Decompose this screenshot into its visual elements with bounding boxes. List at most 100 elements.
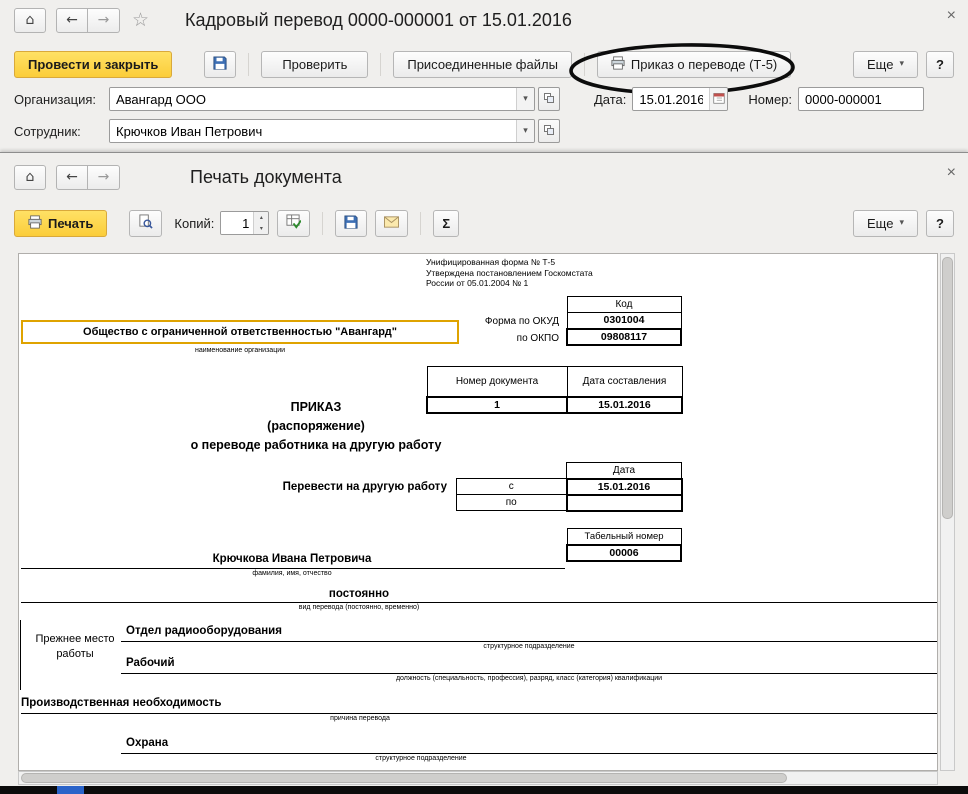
favorite-star-icon[interactable]: ☆	[132, 9, 149, 31]
position-hint: должность (специальность, профессия), ра…	[121, 675, 937, 682]
date-input[interactable]	[633, 88, 709, 110]
window2-close-button[interactable]: ×	[947, 165, 956, 181]
code-table: Код 0301004 09808117	[566, 296, 682, 346]
from-value-cell: 15.01.2016	[567, 479, 682, 495]
number-input[interactable]	[798, 87, 924, 111]
t5-form-page: Унифицированная форма № Т-5 Утверждена п…	[19, 254, 937, 770]
save-button[interactable]	[335, 210, 367, 237]
reason-hint: причина перевода	[21, 715, 699, 722]
previous-position: Рабочий	[126, 657, 175, 669]
org-name-hint: наименование организации	[21, 347, 459, 354]
envelope-icon	[384, 216, 399, 231]
okpo-value-cell: 09808117	[567, 329, 681, 345]
sum-button[interactable]: Σ	[433, 210, 459, 237]
print-preview-button[interactable]	[129, 210, 162, 237]
order-title-line3: о переводе работника на другую работу	[151, 436, 481, 455]
new-department-hint: структурное подразделение	[121, 755, 721, 762]
horizontal-scrollbar[interactable]	[18, 771, 938, 785]
from-label-cell: с	[457, 479, 567, 495]
toolbar-separator	[420, 212, 421, 235]
save-button[interactable]	[204, 51, 236, 78]
code-header-cell: Код	[567, 297, 681, 313]
check-button[interactable]: Проверить	[261, 51, 368, 78]
employee-row: Сотрудник: ▾	[14, 118, 954, 144]
print-document-window: ⌂ ← → Печать документа × Печать Копий:	[0, 152, 968, 786]
more-button[interactable]: Еще ▾	[853, 210, 918, 237]
form-left-border	[20, 620, 21, 690]
employee-open-button[interactable]	[538, 119, 560, 143]
vertical-scrollbar[interactable]	[940, 253, 955, 771]
toolbar-separator	[584, 53, 585, 76]
taskbar-strip	[0, 786, 968, 794]
history-nav: ← →	[56, 165, 120, 190]
send-email-button[interactable]	[375, 210, 408, 237]
to-value-cell	[567, 495, 682, 511]
organization-input[interactable]	[110, 88, 516, 110]
window1-toolbar: Провести и закрыть Проверить Присоединен…	[0, 48, 968, 80]
history-nav: ← →	[56, 8, 120, 33]
order-title-line2: (распоряжение)	[151, 417, 481, 436]
print-preview-area[interactable]: Унифицированная форма № Т-5 Утверждена п…	[18, 253, 938, 771]
employee-combo: ▾	[109, 119, 535, 143]
employee-input[interactable]	[110, 120, 516, 142]
back-button[interactable]: ←	[56, 8, 88, 33]
window1-fields: Организация: ▾ Дата: Номер:	[0, 86, 968, 150]
organization-dropdown-icon[interactable]: ▾	[516, 88, 534, 110]
date-col-header-cell: Дата	[567, 463, 682, 479]
form-ref-line: России от 05.01.2004 № 1	[426, 278, 593, 289]
copies-input[interactable]	[221, 212, 253, 234]
window1-title: Кадровый перевод 0000-000001 от 15.01.20…	[185, 10, 572, 31]
more-button[interactable]: Еще ▾	[853, 51, 918, 78]
underline	[121, 641, 937, 642]
org-name-cell[interactable]: Общество с ограниченной ответственностью…	[21, 320, 459, 344]
transfer-order-t5-label: Приказ о переводе (Т-5)	[631, 57, 777, 72]
previous-place-label: Прежнее место работы	[23, 632, 127, 662]
home-button[interactable]: ⌂	[14, 8, 46, 33]
help-button[interactable]: ?	[926, 210, 954, 237]
preview-icon	[138, 214, 153, 232]
more-label: Еще	[867, 57, 893, 72]
print-button[interactable]: Печать	[14, 210, 107, 237]
doc-date-header-cell: Дата составления	[567, 367, 682, 397]
spin-up-icon[interactable]: ▴	[254, 212, 268, 223]
post-and-close-button[interactable]: Провести и закрыть	[14, 51, 172, 78]
underline	[21, 568, 565, 569]
attached-files-button[interactable]: Присоединенные файлы	[393, 51, 572, 78]
printer-icon	[611, 56, 625, 73]
organization-open-button[interactable]	[538, 87, 560, 111]
help-button[interactable]: ?	[926, 51, 954, 78]
home-button[interactable]: ⌂	[14, 165, 46, 190]
transfer-order-t5-button[interactable]: Приказ о переводе (Т-5)	[597, 51, 791, 78]
tabnum-header-cell: Табельный номер	[567, 529, 681, 545]
transfer-kind: постоянно	[19, 588, 699, 600]
window1-close-button[interactable]: ×	[947, 8, 956, 24]
organization-combo: ▾	[109, 87, 535, 111]
date-label: Дата:	[594, 92, 626, 107]
vertical-scrollbar-thumb[interactable]	[942, 257, 953, 519]
spin-down-icon[interactable]: ▾	[254, 223, 268, 234]
forward-button[interactable]: →	[88, 165, 120, 190]
print-label: Печать	[48, 216, 93, 231]
forward-button[interactable]: →	[88, 8, 120, 33]
toolbar-separator	[248, 53, 249, 76]
okud-value-cell: 0301004	[567, 313, 681, 329]
back-button[interactable]: ←	[56, 165, 88, 190]
doc-date-value-cell: 15.01.2016	[567, 397, 682, 413]
org-name: Общество с ограниченной ответственностью…	[83, 326, 397, 338]
transfer-dates-table: Дата с 15.01.2016 по	[456, 462, 683, 512]
table-settings-button[interactable]	[277, 210, 310, 237]
toolbar-separator	[380, 53, 381, 76]
calendar-icon[interactable]	[709, 88, 727, 110]
screen: ⌂ ← → ☆ Кадровый перевод 0000-000001 от …	[0, 0, 968, 794]
organization-label: Организация:	[14, 92, 109, 107]
employee-dropdown-icon[interactable]: ▾	[516, 120, 534, 142]
open-link-icon	[543, 124, 555, 139]
transfer-kind-hint: вид перевода (постоянно, временно)	[19, 604, 699, 611]
open-link-icon	[543, 92, 555, 107]
horizontal-scrollbar-thumb[interactable]	[21, 773, 787, 783]
number-label: Номер:	[748, 92, 792, 107]
transfer-document-window: ⌂ ← → ☆ Кадровый перевод 0000-000001 от …	[0, 0, 968, 152]
to-label-cell: по	[457, 495, 567, 511]
window2-toolbar: Печать Копий: ▴ ▾	[0, 207, 968, 239]
form-ref-line: Утверждена постановлением Госкомстата	[426, 268, 593, 279]
